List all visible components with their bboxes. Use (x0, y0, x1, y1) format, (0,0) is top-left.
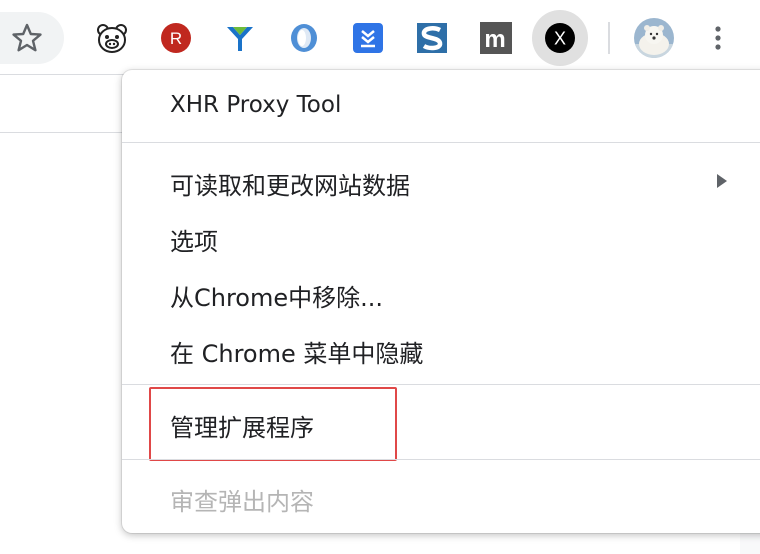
y-funnel-icon[interactable] (224, 22, 256, 54)
submenu-arrow-icon (716, 173, 728, 189)
menu-separator (122, 459, 760, 460)
letter-s-icon[interactable] (416, 22, 448, 54)
menu-title[interactable]: XHR Proxy Tool (170, 92, 341, 118)
menu-separator (122, 142, 760, 143)
menu-item-options[interactable]: 选项 (170, 222, 218, 257)
menu-item-hide[interactable]: 在 Chrome 菜单中隐藏 (170, 334, 423, 369)
menu-item-site-access[interactable]: 可读取和更改网站数据 (170, 166, 410, 201)
menu-item-manage-extensions[interactable]: 管理扩展程序 (170, 408, 314, 443)
download-tray-icon[interactable] (352, 22, 384, 54)
bookmark-star-icon[interactable] (10, 21, 44, 55)
browser-toolbar: R m X (0, 0, 760, 75)
toolbar-divider (608, 22, 610, 54)
letter-m-icon[interactable]: m (480, 22, 512, 54)
letter-x-icon[interactable]: X (544, 22, 576, 54)
extension-context-menu: XHR Proxy Tool 可读取和更改网站数据 选项 从Chrome中移除.… (122, 70, 760, 533)
more-vert-icon[interactable] (704, 22, 732, 54)
ring-icon[interactable] (288, 22, 320, 54)
profile-avatar[interactable] (634, 18, 674, 58)
svg-text:X: X (554, 29, 566, 49)
menu-item-inspect-popup: 审查弹出内容 (170, 488, 314, 516)
letter-r-icon[interactable]: R (160, 22, 192, 54)
page-divider (0, 132, 130, 133)
menu-item-remove[interactable]: 从Chrome中移除... (170, 278, 383, 313)
pig-face-icon[interactable] (96, 22, 128, 54)
svg-text:R: R (170, 29, 182, 48)
svg-text:m: m (484, 26, 505, 53)
menu-separator (122, 384, 760, 385)
